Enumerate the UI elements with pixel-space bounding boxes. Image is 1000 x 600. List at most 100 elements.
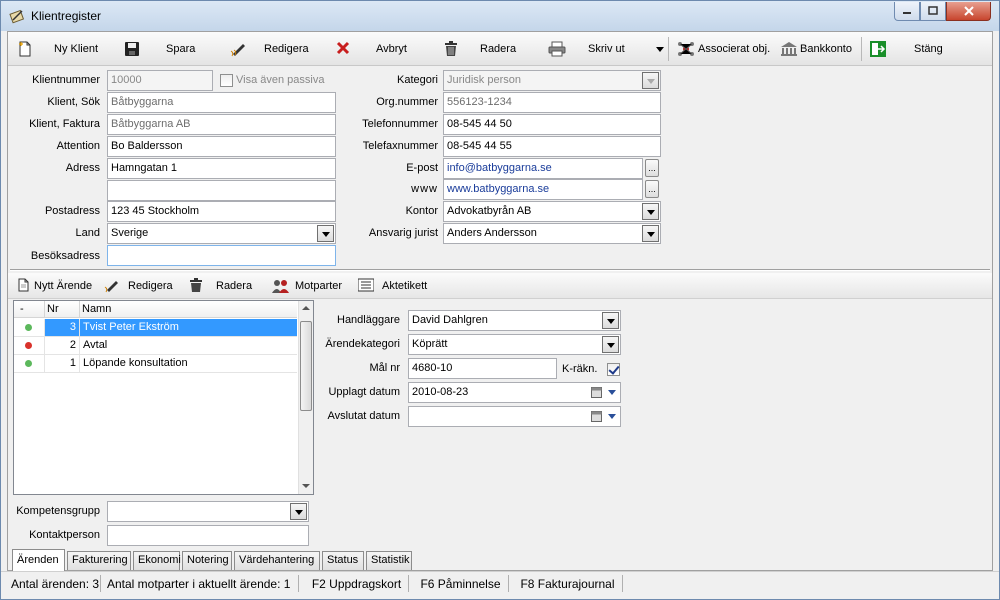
office-select[interactable]: Advokatbyrån AB — [443, 201, 661, 222]
counterparties-button[interactable]: Motparter — [270, 273, 352, 299]
country-select[interactable]: Sverige — [107, 223, 336, 244]
nr-column-header[interactable]: Nr — [47, 303, 59, 315]
bank-account-button[interactable]: Bankkonto — [778, 32, 858, 66]
address-field-2[interactable] — [107, 180, 336, 201]
calendar-icon[interactable] — [591, 411, 602, 422]
lawyer-select[interactable]: Anders Andersson — [443, 223, 661, 244]
k-calc-checkbox[interactable] — [607, 363, 620, 376]
save-button[interactable]: Spara — [116, 32, 206, 66]
case-row[interactable]: 1 Löpande konsultation — [14, 355, 297, 373]
file-label-label: Aktetikett — [382, 280, 428, 292]
client-search-field[interactable]: Båtbyggarna — [107, 92, 336, 113]
www-label: www — [411, 183, 438, 195]
case-delete-button[interactable]: Radera — [186, 273, 256, 299]
case-category-dropdown-button[interactable] — [602, 336, 619, 353]
client-number-field[interactable]: 10000 — [107, 70, 213, 91]
office-dropdown-button[interactable] — [642, 203, 659, 220]
org-number-field[interactable]: 556123-1234 — [443, 92, 661, 113]
competence-group-dropdown-button[interactable] — [290, 503, 307, 520]
maximize-button[interactable] — [920, 2, 946, 21]
minimize-button[interactable] — [894, 2, 920, 21]
print-button[interactable]: Skriv ut — [540, 32, 666, 66]
file-label-button[interactable]: Aktetikett — [356, 273, 436, 299]
f8-shortcut[interactable]: F8 Fakturajournal — [513, 575, 623, 592]
scroll-up-icon[interactable] — [302, 306, 310, 310]
tab-ekonomi[interactable]: Ekonomi — [133, 551, 181, 570]
close-button[interactable]: Stäng — [866, 32, 966, 66]
case-list[interactable]: - Nr Namn 3 Tvist Peter Ekström 2 Avtal … — [13, 300, 314, 495]
contact-person-field[interactable] — [107, 525, 309, 546]
cancel-button[interactable]: Avbryt — [330, 32, 420, 66]
scroll-down-icon[interactable] — [302, 484, 310, 488]
show-passive-checkbox[interactable] — [220, 74, 233, 87]
category-dropdown-button[interactable] — [642, 72, 659, 89]
country-dropdown-button[interactable] — [317, 225, 334, 242]
tab-arenden[interactable]: Ärenden — [12, 549, 65, 571]
tab-fakturering[interactable]: Fakturering — [67, 551, 131, 570]
status-column-header[interactable]: - — [20, 303, 24, 315]
address-field[interactable]: Hamngatan 1 — [107, 158, 336, 179]
case-delete-label: Radera — [216, 280, 253, 292]
closed-date-field[interactable] — [408, 406, 621, 427]
calendar-icon[interactable] — [591, 387, 602, 398]
fax-label: Telefaxnummer — [362, 140, 438, 152]
title-bar[interactable]: Klientregister — [1, 1, 999, 31]
column-divider — [79, 301, 80, 318]
fax-field[interactable]: 08-545 44 55 — [443, 136, 661, 157]
dropdown-arrow-icon[interactable] — [608, 390, 616, 395]
case-number-field[interactable]: 4680-10 — [408, 358, 557, 379]
case-toolbar: Nytt Ärende Redigera Radera Motparter Ak… — [8, 273, 992, 299]
handler-select[interactable]: David Dahlgren — [408, 310, 621, 331]
postal-address-field[interactable]: 123 45 Stockholm — [107, 201, 336, 222]
visit-address-field[interactable] — [107, 245, 336, 266]
edit-button[interactable]: Redigera — [222, 32, 322, 66]
name-column-header[interactable]: Namn — [82, 303, 111, 315]
email-field[interactable]: info@batbyggarna.se — [443, 158, 643, 179]
main-window: Klientregister Ny Klient Spara Redigera — [0, 0, 1000, 600]
case-row[interactable]: 3 Tvist Peter Ekström — [14, 319, 297, 337]
associated-object-button[interactable]: Associerat obj. — [672, 32, 774, 66]
bank-icon — [781, 42, 797, 56]
new-client-button[interactable]: Ny Klient — [8, 32, 108, 66]
tab-notering[interactable]: Notering — [182, 551, 232, 570]
client-invoice-field[interactable]: Båtbyggarna AB — [107, 114, 336, 135]
tab-status[interactable]: Status — [322, 551, 364, 570]
handler-dropdown-button[interactable] — [602, 312, 619, 329]
section-divider — [10, 269, 990, 271]
f2-shortcut[interactable]: F2 Uppdragskort — [305, 575, 409, 592]
category-label: Kategori — [397, 74, 438, 86]
counterparties-label: Motparter — [295, 280, 343, 292]
status-bar: Antal ärenden: 3 Antal motparter i aktue… — [1, 571, 999, 593]
pen-icon — [230, 44, 245, 57]
postal-address-label: Postadress — [44, 205, 100, 217]
client-area: Ny Klient Spara Redigera Avbryt Radera S… — [7, 31, 993, 571]
tab-vardehantering[interactable]: Värdehantering — [234, 551, 320, 570]
lawyer-value: Anders Andersson — [447, 227, 537, 239]
case-row[interactable]: 2 Avtal — [14, 337, 297, 355]
new-case-button[interactable]: Nytt Ärende — [12, 273, 96, 299]
case-count-status: Antal ärenden: 3 — [7, 575, 101, 592]
category-select[interactable]: Juridisk person — [443, 70, 661, 91]
www-browse-button[interactable]: ... — [645, 180, 659, 198]
tab-statistik[interactable]: Statistik — [366, 551, 412, 570]
attention-field[interactable]: Bo Baldersson — [107, 136, 336, 157]
www-field[interactable]: www.batbyggarna.se — [443, 179, 643, 200]
lawyer-dropdown-button[interactable] — [642, 225, 659, 242]
created-date-field[interactable]: 2010-08-23 — [408, 382, 621, 403]
close-window-button[interactable] — [946, 2, 991, 21]
visit-address-label: Besöksadress — [30, 250, 100, 262]
f6-shortcut[interactable]: F6 Påminnelse — [413, 575, 509, 592]
competence-group-select[interactable] — [107, 501, 309, 522]
case-category-select[interactable]: Köprätt — [408, 334, 621, 355]
phone-field[interactable]: 08-545 44 50 — [443, 114, 661, 135]
dropdown-arrow-icon[interactable] — [608, 414, 616, 419]
pen-icon — [104, 281, 118, 293]
k-calc-label: K-räkn. — [562, 363, 598, 375]
email-browse-button[interactable]: ... — [645, 159, 659, 177]
delete-button[interactable]: Radera — [438, 32, 528, 66]
lawyer-label: Ansvarig jurist — [368, 227, 438, 239]
case-edit-button[interactable]: Redigera — [100, 273, 180, 299]
trash-icon — [190, 278, 202, 292]
case-name: Avtal — [79, 337, 297, 354]
client-invoice-label: Klient, Faktura — [29, 118, 100, 130]
